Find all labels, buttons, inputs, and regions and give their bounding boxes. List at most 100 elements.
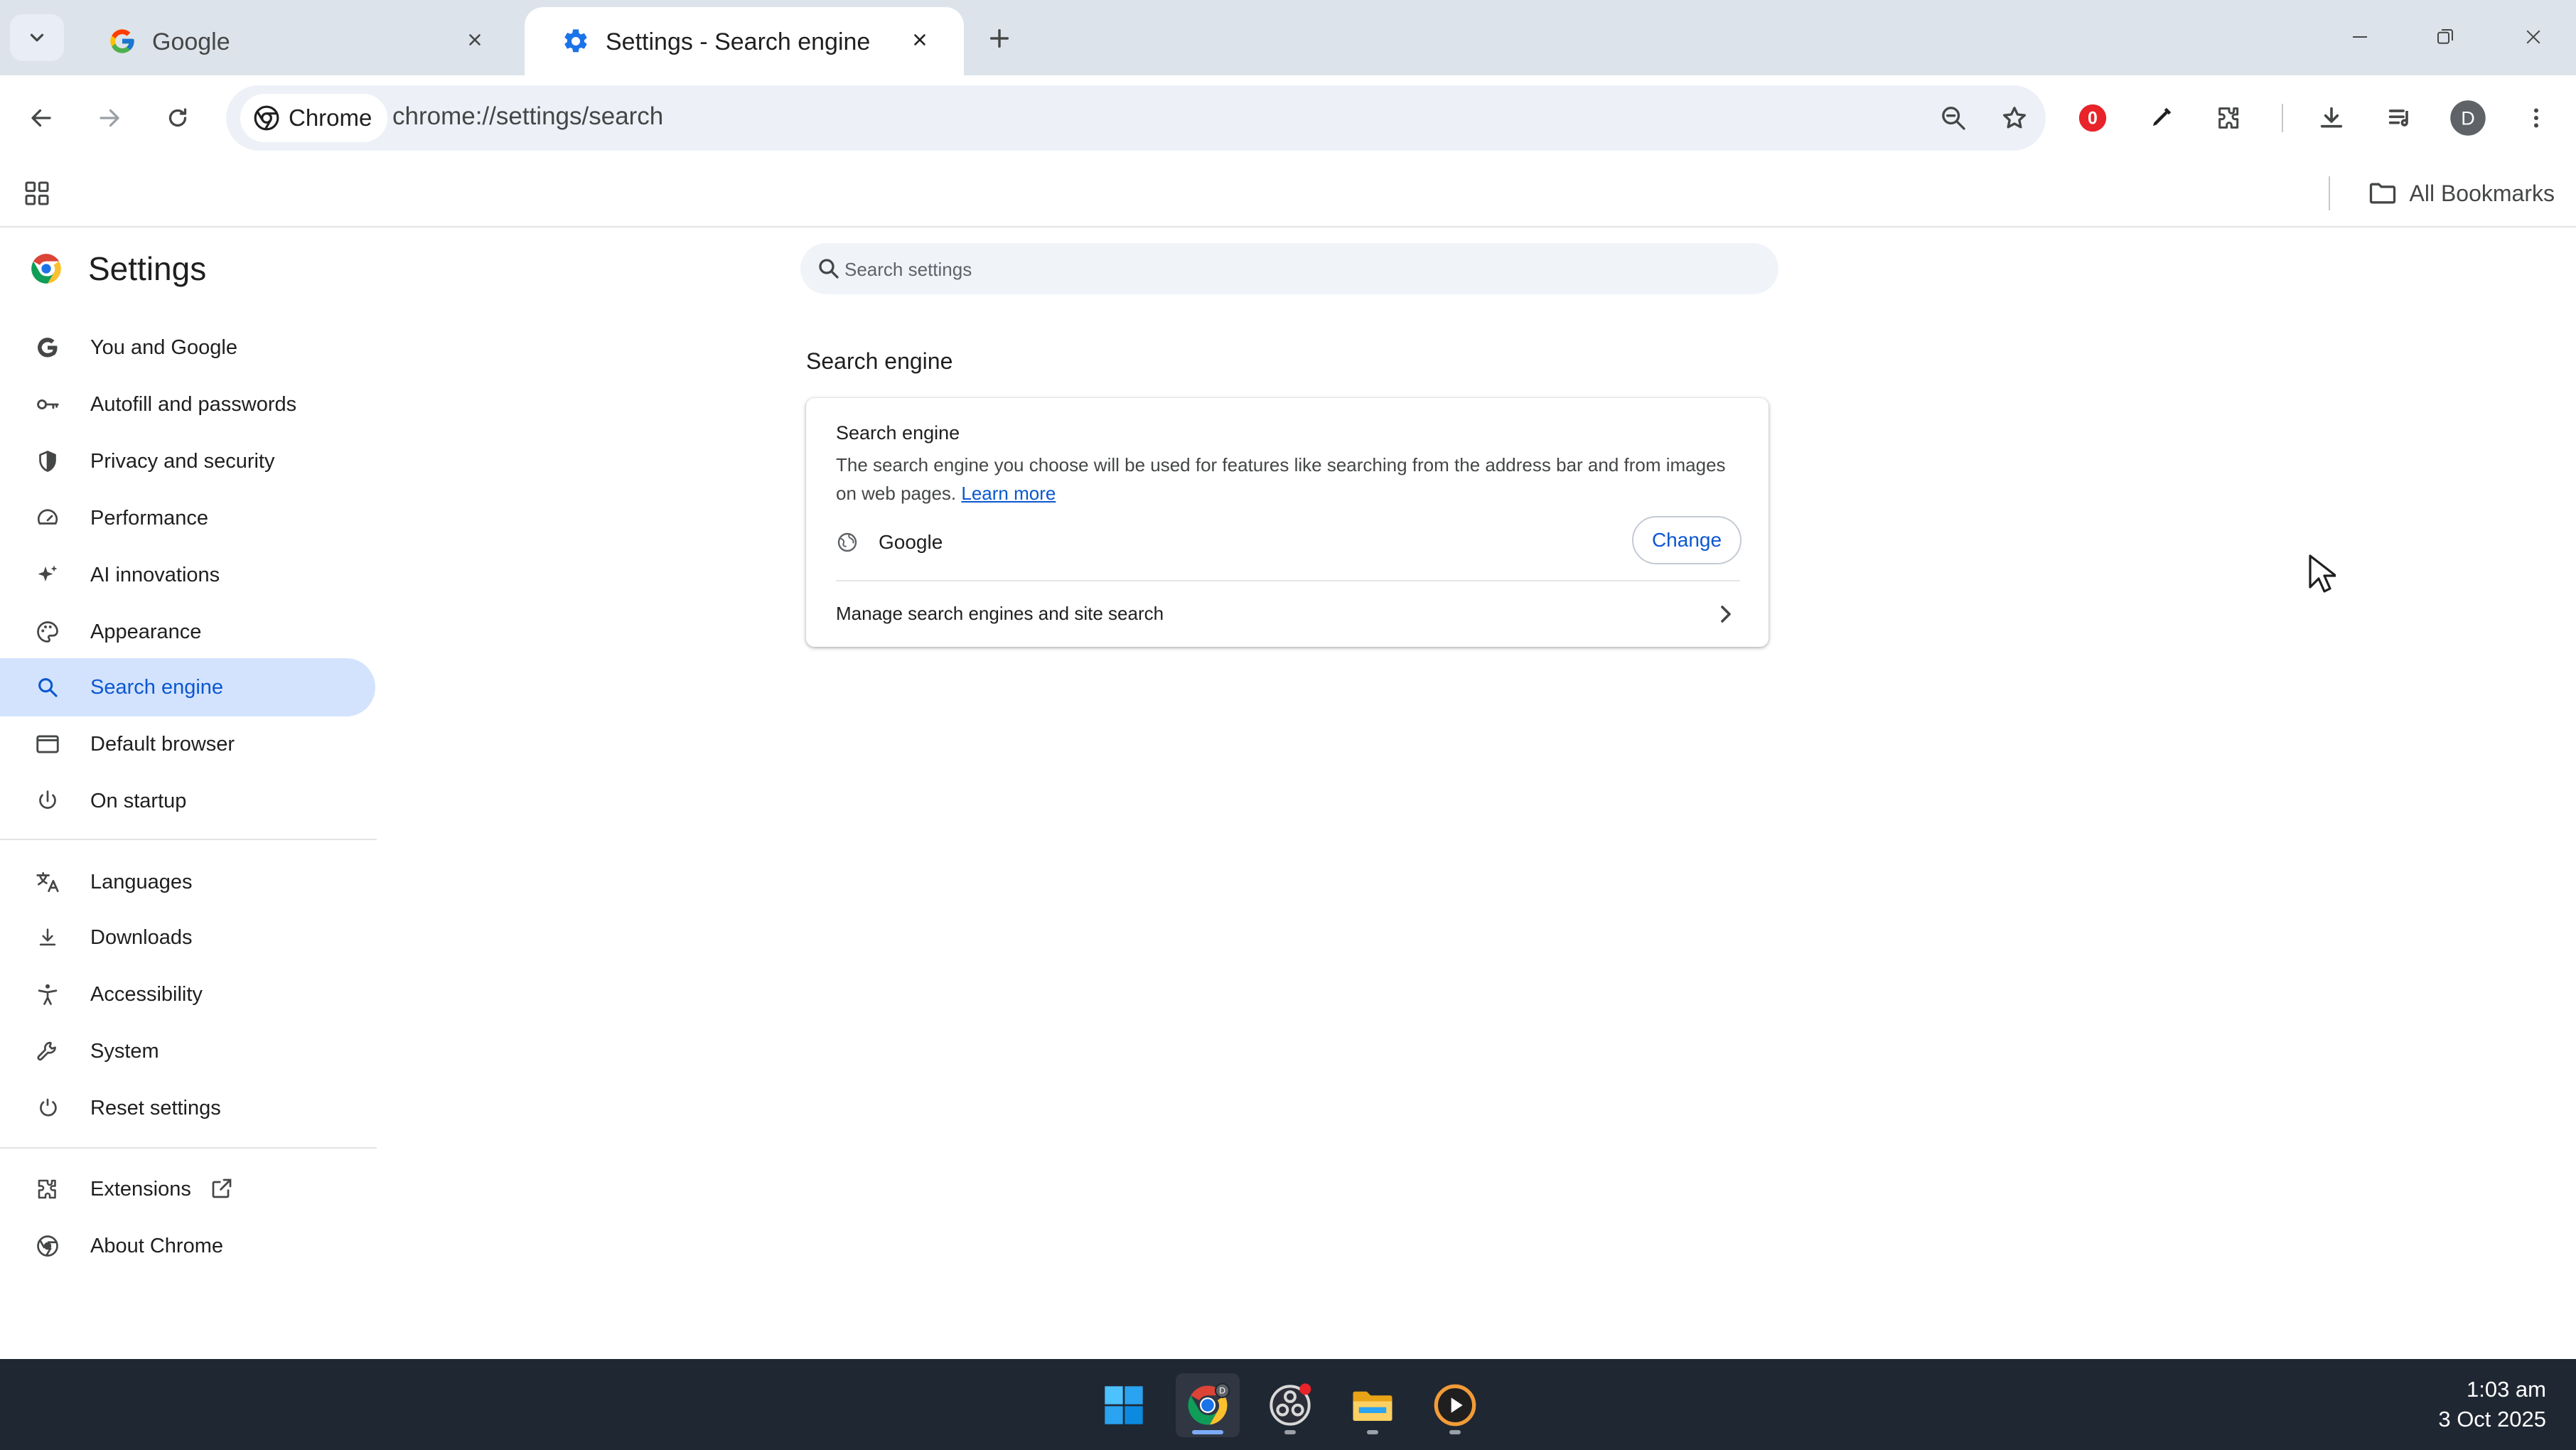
sidebar-item-label: System — [90, 1039, 159, 1063]
sidebar-item-autofill[interactable]: Autofill and passwords — [0, 375, 375, 434]
extension-pen-button[interactable] — [2138, 95, 2184, 141]
sidebar-item-label: Autofill and passwords — [90, 392, 297, 416]
chrome-logo-icon: D — [1188, 1382, 1230, 1425]
clock-time: 1:03 am — [2466, 1377, 2546, 1402]
search-settings-input[interactable]: Search settings — [800, 243, 1778, 294]
media-controls-button[interactable] — [2377, 95, 2422, 141]
search-icon — [819, 259, 839, 279]
accessibility-icon — [33, 979, 63, 1009]
sidebar-item-languages[interactable]: Languages — [0, 853, 375, 911]
sidebar-item-on-startup[interactable]: On startup — [0, 772, 375, 830]
downloads-button[interactable] — [2309, 95, 2354, 141]
back-button[interactable] — [18, 95, 64, 141]
bookmark-star-button[interactable] — [1992, 95, 2037, 141]
page-title: Settings — [88, 250, 207, 287]
sidebar-item-label: Appearance — [90, 620, 202, 643]
mouse-cursor-icon — [2309, 554, 2336, 593]
change-button[interactable]: Change — [1632, 516, 1742, 564]
reset-icon — [33, 1093, 63, 1123]
manage-search-engines-row[interactable]: Manage search engines and site search — [806, 581, 1769, 647]
sidebar-item-label: Reset settings — [90, 1096, 221, 1119]
close-window-button[interactable] — [2512, 16, 2555, 58]
browser-window-icon — [33, 729, 63, 759]
tab-settings[interactable]: Settings - Search engine — [525, 7, 964, 75]
sidebar-divider — [0, 1147, 377, 1149]
chrome-icon — [33, 1231, 63, 1261]
star-icon — [2003, 107, 2026, 129]
system-clock[interactable]: 1:03 am 3 Oct 2025 — [2438, 1375, 2546, 1434]
sidebar-item-label: Search engine — [90, 675, 224, 699]
sidebar-item-search-engine[interactable]: Search engine — [0, 658, 375, 716]
close-icon[interactable] — [459, 24, 490, 55]
taskbar-chrome[interactable]: D — [1176, 1373, 1240, 1437]
download-icon — [33, 923, 63, 952]
sidebar-item-accessibility[interactable]: Accessibility — [0, 965, 375, 1024]
google-g-icon — [110, 29, 134, 53]
speedometer-icon — [33, 503, 63, 533]
zoom-button[interactable] — [1931, 95, 1976, 141]
taskbar-file-explorer[interactable] — [1341, 1373, 1405, 1437]
svg-text:0: 0 — [2088, 109, 2098, 129]
sidebar-item-you-and-google[interactable]: You and Google — [0, 318, 375, 377]
all-bookmarks-button[interactable]: All Bookmarks — [2367, 173, 2555, 213]
sidebar-item-label: Extensions — [90, 1177, 191, 1201]
close-icon[interactable] — [904, 24, 935, 55]
chevron-down-icon — [30, 33, 44, 42]
address-bar[interactable]: Chrome chrome://settings/search — [226, 85, 2046, 151]
palette-icon — [33, 617, 63, 647]
taskbar-media-player[interactable] — [1423, 1373, 1487, 1437]
tab-title: Google — [152, 28, 230, 55]
obs-icon — [1270, 1383, 1311, 1426]
forward-button[interactable] — [87, 95, 132, 141]
chrome-icon — [254, 105, 279, 131]
restore-button[interactable] — [2424, 16, 2467, 58]
puzzle-icon — [2218, 107, 2239, 129]
running-indicator — [1367, 1430, 1378, 1434]
engine-name: Google — [879, 531, 943, 553]
apps-button[interactable] — [18, 175, 55, 212]
folder-icon — [1353, 1391, 1392, 1421]
current-engine: Google — [836, 523, 943, 562]
sidebar-item-extensions[interactable]: Extensions — [0, 1160, 375, 1218]
sidebar-item-reset-settings[interactable]: Reset settings — [0, 1079, 375, 1137]
sidebar-item-downloads[interactable]: Downloads — [0, 908, 375, 967]
sidebar-item-system[interactable]: System — [0, 1022, 375, 1080]
chevron-right-icon — [1721, 606, 1731, 623]
extension-adblock-button[interactable]: 0 — [2070, 95, 2115, 141]
profile-button[interactable]: D — [2445, 95, 2491, 141]
sidebar-item-label: Performance — [90, 506, 209, 530]
menu-button[interactable] — [2513, 95, 2559, 141]
tab-google[interactable]: Google — [71, 7, 519, 75]
restore-icon — [2437, 29, 2453, 44]
media-queue-icon — [2388, 109, 2408, 127]
url-text[interactable]: chrome://settings/search — [392, 102, 663, 131]
shield-icon — [33, 446, 63, 476]
sidebar-item-privacy[interactable]: Privacy and security — [0, 432, 375, 490]
taskbar: D 1:03 am 3 Oct 2025 — [0, 1359, 2576, 1450]
minimize-button[interactable] — [2339, 16, 2381, 58]
tab-search-button[interactable] — [10, 14, 64, 61]
avatar: D — [2450, 100, 2486, 136]
sidebar-item-performance[interactable]: Performance — [0, 489, 375, 547]
new-tab-button[interactable] — [981, 20, 1018, 57]
translate-icon — [33, 867, 63, 897]
wrench-icon — [33, 1036, 63, 1066]
close-icon — [2526, 30, 2540, 44]
back-arrow-icon — [31, 109, 51, 127]
site-info-chip[interactable]: Chrome — [240, 94, 388, 142]
taskbar-obs[interactable] — [1258, 1373, 1322, 1437]
start-button[interactable] — [1092, 1373, 1156, 1437]
sidebar-item-about-chrome[interactable]: About Chrome — [0, 1217, 375, 1275]
svg-text:D: D — [2461, 108, 2475, 129]
all-bookmarks-label: All Bookmarks — [2409, 180, 2555, 206]
gear-icon — [564, 29, 587, 53]
sidebar-item-appearance[interactable]: Appearance — [0, 603, 375, 661]
extensions-button[interactable] — [2206, 95, 2252, 141]
minimize-icon — [2353, 36, 2367, 38]
reload-button[interactable] — [155, 95, 200, 141]
sidebar-item-ai-innovations[interactable]: AI innovations — [0, 546, 375, 604]
sidebar-item-default-browser[interactable]: Default browser — [0, 715, 375, 773]
learn-more-link[interactable]: Learn more — [961, 483, 1056, 504]
settings-header: Settings — [28, 247, 206, 290]
google-g-icon — [33, 333, 63, 362]
